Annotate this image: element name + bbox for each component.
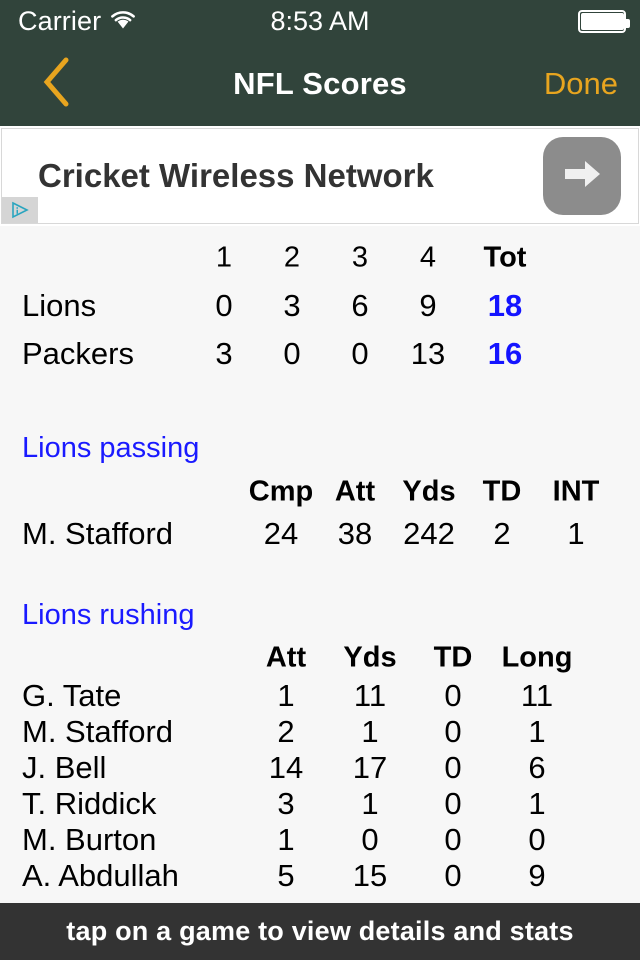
- passing-col-td: TD: [482, 475, 522, 508]
- ad-banner[interactable]: Cricket Wireless Network: [0, 126, 640, 226]
- ad-headline: Cricket Wireless Network: [38, 157, 434, 194]
- player-name: M. Burton: [22, 822, 157, 857]
- period-score: 0: [283, 336, 301, 371]
- stat-value: 38: [337, 516, 373, 551]
- arrow-right-icon: [559, 151, 605, 202]
- status-bar: Carrier 8:53 AM: [0, 0, 640, 42]
- period-score: 3: [215, 336, 233, 371]
- section-title-rushing: Lions rushing: [22, 599, 195, 631]
- team-name: Packers: [22, 336, 134, 371]
- battery-icon: [578, 9, 630, 33]
- linescore-col-4: 4: [419, 241, 437, 274]
- wifi-icon: [109, 8, 137, 35]
- ad-container[interactable]: Cricket Wireless Network: [1, 128, 639, 224]
- rushing-col-long: Long: [501, 641, 573, 674]
- team-name: Lions: [22, 288, 97, 323]
- stat-value: 242: [403, 516, 455, 551]
- stat-value: 17: [352, 750, 388, 785]
- total-score: 18: [487, 288, 523, 323]
- linescore-col-3: 3: [351, 241, 369, 274]
- stat-value: 0: [444, 858, 462, 893]
- stat-value: 1: [567, 516, 585, 551]
- player-name: T. Riddick: [22, 786, 157, 821]
- stat-value: 1: [361, 786, 379, 821]
- rushing-col-yds: Yds: [343, 641, 397, 674]
- stat-value: 9: [528, 858, 546, 893]
- ad-cta-button[interactable]: [543, 137, 621, 215]
- app-screen: Carrier 8:53 AM NFL Scores Done Cricket …: [0, 0, 640, 960]
- navigation-bar: NFL Scores Done: [0, 42, 640, 126]
- table-row: J. Bell 14 17 0 6: [0, 750, 640, 786]
- stat-value: 11: [353, 678, 387, 713]
- rushing-header-row: Att Yds TD Long: [0, 638, 640, 678]
- stat-value: 1: [528, 786, 546, 821]
- passing-header-row: Cmp Att Yds TD INT: [0, 471, 640, 513]
- stat-value: 0: [444, 750, 462, 785]
- rushing-col-td: TD: [433, 641, 473, 674]
- status-bar-right: [578, 9, 630, 33]
- stat-value: 0: [444, 822, 462, 857]
- linescore-col-2: 2: [283, 241, 301, 274]
- status-bar-left: Carrier: [0, 6, 137, 37]
- period-score: 0: [215, 288, 233, 323]
- player-name: M. Stafford: [22, 714, 174, 749]
- table-row: G. Tate 1 11 0 11: [0, 678, 640, 714]
- period-score: 13: [410, 336, 446, 371]
- passing-col-att: Att: [334, 475, 376, 508]
- stat-value: 15: [352, 858, 388, 893]
- bottom-hint-text: tap on a game to view details and stats: [66, 916, 574, 946]
- stat-value: 1: [361, 714, 379, 749]
- stat-value: 0: [444, 714, 462, 749]
- period-score: 6: [351, 288, 369, 323]
- bottom-hint-bar: tap on a game to view details and stats: [0, 903, 640, 960]
- stat-value: 5: [277, 858, 295, 893]
- passing-col-yds: Yds: [402, 475, 456, 508]
- linescore-col-total: Tot: [483, 241, 527, 274]
- stat-value: 14: [268, 750, 304, 785]
- section-title-passing: Lions passing: [22, 432, 200, 464]
- player-name: M. Stafford: [22, 516, 174, 551]
- stat-value: 2: [277, 714, 295, 749]
- stat-value: 2: [493, 516, 511, 551]
- table-row[interactable]: Lions 0 3 6 9 18: [0, 282, 640, 330]
- player-name: J. Bell: [22, 750, 107, 785]
- stat-value: 1: [277, 822, 295, 857]
- linescore-table: 1 2 3 4 Tot Lions 0 3 6 9 18 Packers 3 0…: [0, 226, 640, 378]
- stat-value: 0: [444, 678, 462, 713]
- table-row: M. Stafford 24 38 242 2 1: [0, 513, 640, 555]
- table-row: M. Stafford 2 1 0 1: [0, 714, 640, 750]
- passing-col-int: INT: [552, 475, 600, 508]
- stat-value: 24: [263, 516, 299, 551]
- table-row: T. Riddick 3 1 0 1: [0, 786, 640, 822]
- stat-value: 0: [444, 786, 462, 821]
- table-row: A. Abdullah 5 15 0 9: [0, 858, 640, 894]
- table-row[interactable]: Packers 3 0 0 13 16: [0, 330, 640, 378]
- done-button[interactable]: Done: [544, 66, 618, 102]
- period-score: 0: [351, 336, 369, 371]
- player-name: A. Abdullah: [22, 858, 179, 893]
- passing-table: Cmp Att Yds TD INT M. Stafford 24 38 242…: [0, 471, 640, 555]
- rushing-col-att: Att: [265, 641, 307, 674]
- rushing-table: Att Yds TD Long G. Tate 1 11 0 11 M. Sta…: [0, 638, 640, 894]
- linescore-header-row: 1 2 3 4 Tot: [0, 234, 640, 282]
- total-score: 16: [487, 336, 523, 371]
- stat-value: 0: [361, 822, 379, 857]
- carrier-label: Carrier: [18, 5, 102, 36]
- content-area: 1 2 3 4 Tot Lions 0 3 6 9 18 Packers 3 0…: [0, 226, 640, 903]
- stat-value: 1: [277, 678, 295, 713]
- stat-value: 11: [520, 678, 554, 713]
- linescore-col-1: 1: [215, 241, 233, 274]
- stat-value: 1: [528, 714, 546, 749]
- stat-value: 6: [528, 750, 546, 785]
- adchoices-icon[interactable]: [2, 197, 38, 223]
- period-score: 3: [283, 288, 301, 323]
- period-score: 9: [419, 288, 437, 323]
- stat-value: 3: [277, 786, 295, 821]
- stat-value: 0: [528, 822, 546, 857]
- player-name: G. Tate: [22, 678, 122, 713]
- table-row: M. Burton 1 0 0 0: [0, 822, 640, 858]
- passing-col-cmp: Cmp: [248, 475, 314, 508]
